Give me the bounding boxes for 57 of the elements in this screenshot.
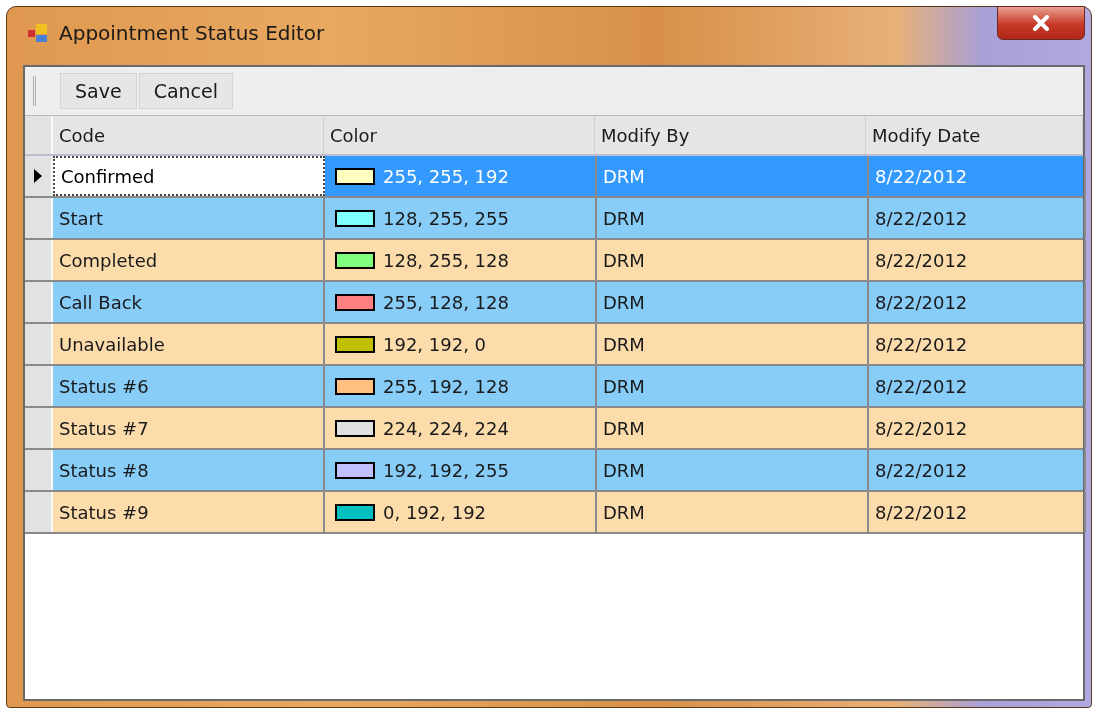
table-cell: DRM bbox=[597, 450, 869, 490]
toolbar-button[interactable]: Cancel bbox=[138, 73, 233, 109]
table-cell: DRM bbox=[597, 198, 869, 238]
table-row[interactable]: Confirmed 255, 255, 192 DRM 8/22/2012 bbox=[25, 156, 1083, 198]
table-cell: 192, 192, 255 bbox=[383, 459, 509, 481]
table-cell: 8/22/2012 bbox=[869, 240, 1086, 280]
column-header[interactable]: Modify Date bbox=[866, 116, 1083, 154]
column-header[interactable]: Modify By bbox=[595, 116, 866, 154]
table-cell: Status #9 bbox=[53, 492, 325, 532]
table-cell: Confirmed bbox=[53, 156, 325, 196]
table-cell: DRM bbox=[597, 408, 869, 448]
table-row[interactable]: Completed 128, 255, 128 DRM 8/22/2012 bbox=[25, 240, 1083, 282]
table-row[interactable]: Start 128, 255, 255 DRM 8/22/2012 bbox=[25, 198, 1083, 240]
table-cell: 8/22/2012 bbox=[869, 324, 1086, 364]
table-cell: 0, 192, 192 bbox=[383, 501, 487, 523]
table-row[interactable]: Status #7 224, 224, 224 DRM 8/22/2012 bbox=[25, 408, 1083, 450]
table-cell: 224, 224, 224 bbox=[383, 417, 509, 439]
table-cell: Status #8 bbox=[53, 450, 325, 490]
table-cell: 8/22/2012 bbox=[869, 408, 1086, 448]
window-title: Appointment Status Editor bbox=[59, 21, 325, 45]
table-cell: 8/22/2012 bbox=[869, 282, 1086, 322]
table-cell: 255, 128, 128 bbox=[383, 291, 509, 313]
table-cell: 255, 255, 192 bbox=[383, 165, 509, 187]
table-cell: DRM bbox=[597, 156, 869, 196]
toolbar-button[interactable]: Save bbox=[60, 73, 137, 109]
table-cell: 255, 192, 128 bbox=[383, 375, 509, 397]
table-cell: 8/22/2012 bbox=[869, 198, 1086, 238]
table-cell: Status #6 bbox=[53, 366, 325, 406]
column-header[interactable]: Code bbox=[53, 116, 324, 154]
table-cell: 8/22/2012 bbox=[869, 156, 1086, 196]
table-cell: Completed bbox=[53, 240, 325, 280]
table-cell: 128, 255, 128 bbox=[383, 249, 509, 271]
row-header[interactable] bbox=[25, 156, 53, 196]
close-button[interactable] bbox=[997, 6, 1085, 40]
table-cell: DRM bbox=[597, 324, 869, 364]
table-cell: 128, 255, 255 bbox=[383, 207, 509, 229]
table-row[interactable]: Unavailable 192, 192, 0 DRM 8/22/2012 bbox=[25, 324, 1083, 366]
table-cell: 8/22/2012 bbox=[869, 492, 1086, 532]
table-row[interactable]: Status #8 192, 192, 255 DRM 8/22/2012 bbox=[25, 450, 1083, 492]
current-row-icon bbox=[34, 169, 42, 183]
close-icon bbox=[1032, 15, 1050, 31]
column-header[interactable]: Color bbox=[324, 116, 595, 154]
table-cell: 192, 192, 0 bbox=[383, 333, 487, 355]
table-cell: DRM bbox=[597, 240, 869, 280]
table-row[interactable]: Status #9 0, 192, 192 DRM 8/22/2012 bbox=[25, 492, 1083, 534]
table-cell: 8/22/2012 bbox=[869, 366, 1086, 406]
app-icon bbox=[27, 22, 49, 44]
table-cell: DRM bbox=[597, 366, 869, 406]
table-cell: Unavailable bbox=[53, 324, 325, 364]
table-cell: Status #7 bbox=[53, 408, 325, 448]
table-cell: Call Back bbox=[53, 282, 325, 322]
table-row[interactable]: Call Back 255, 128, 128 DRM 8/22/2012 bbox=[25, 282, 1083, 324]
table-cell: DRM bbox=[597, 282, 869, 322]
table-cell: Start bbox=[53, 198, 325, 238]
table-row[interactable]: Status #6 255, 192, 128 DRM 8/22/2012 bbox=[25, 366, 1083, 408]
table-cell: DRM bbox=[597, 492, 869, 532]
table-cell: 8/22/2012 bbox=[869, 450, 1086, 490]
